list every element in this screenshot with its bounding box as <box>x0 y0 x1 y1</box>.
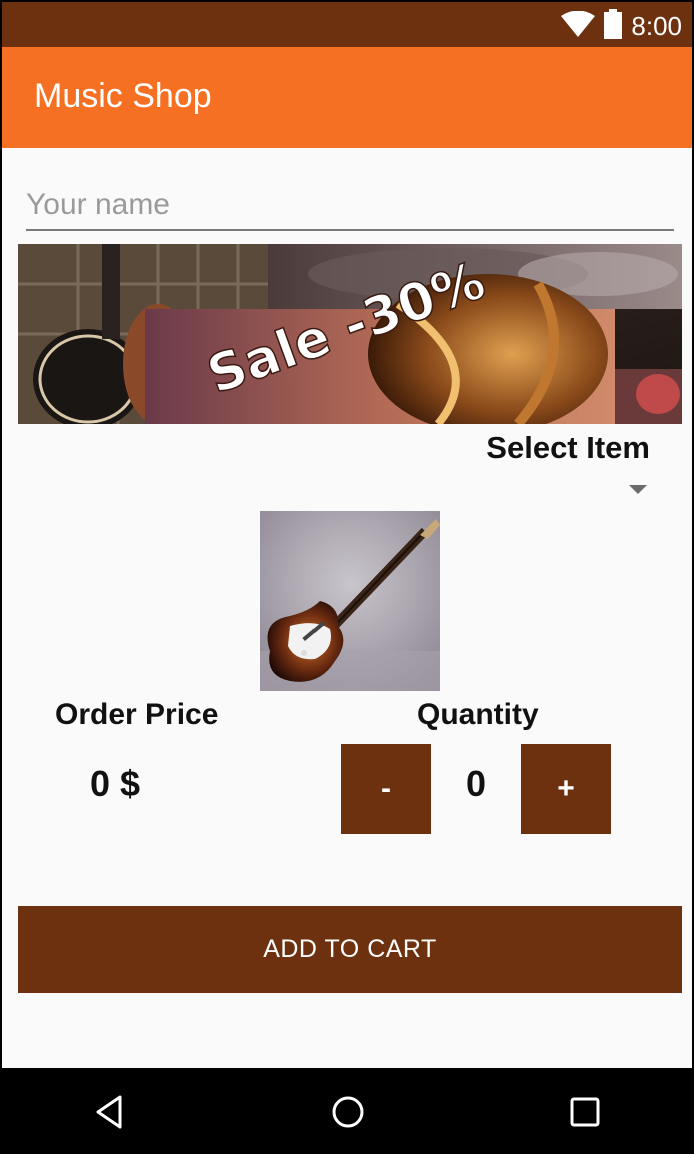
name-input[interactable] <box>26 181 674 231</box>
quantity-label: Quantity <box>417 698 539 731</box>
home-icon[interactable] <box>326 1090 370 1134</box>
status-bar: 8:00 <box>0 0 694 47</box>
order-price-label: Order Price <box>55 698 219 731</box>
status-icons: 8:00 <box>561 8 682 44</box>
status-time: 8:00 <box>631 10 682 41</box>
back-icon[interactable] <box>88 1090 132 1134</box>
recent-apps-icon[interactable] <box>563 1090 607 1134</box>
quantity-value: 0 <box>465 763 487 804</box>
navigation-bar <box>0 1068 694 1154</box>
battery-icon <box>603 8 623 44</box>
order-price-value: 0 $ <box>90 763 141 804</box>
main-content: Sale -30% Select Item <box>0 148 694 1068</box>
increment-button[interactable]: + <box>521 744 611 834</box>
select-item-label[interactable]: Select Item <box>486 430 650 466</box>
sale-banner: Sale -30% <box>18 244 682 424</box>
dropdown-arrow-icon[interactable] <box>629 485 647 494</box>
app-title: Music Shop <box>34 77 212 115</box>
app-bar: Music Shop <box>0 47 694 148</box>
wifi-icon <box>561 10 596 42</box>
decrement-button[interactable]: - <box>341 744 431 834</box>
add-to-cart-button[interactable]: ADD TO CART <box>18 906 682 993</box>
product-image-guitar <box>260 511 440 691</box>
